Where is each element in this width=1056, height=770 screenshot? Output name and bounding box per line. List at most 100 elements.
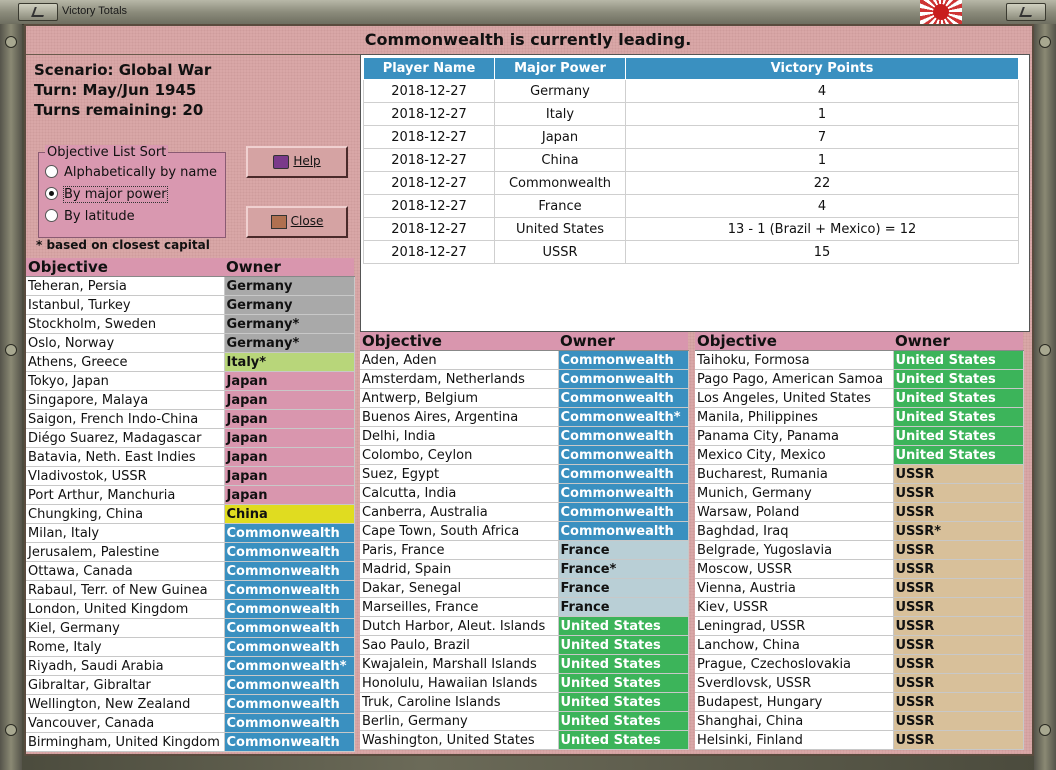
col-owner: Owner (893, 332, 1023, 351)
objective-row[interactable]: Manila, Philippines United States (695, 407, 1024, 427)
objective-row[interactable]: Bucharest, Rumania USSR (695, 464, 1024, 484)
objective-row[interactable]: Moscow, USSR USSR (695, 559, 1024, 579)
objective-row[interactable]: Kiel, Germany Commonwealth (26, 618, 355, 638)
objective-row[interactable]: Oslo, Norway Germany* (26, 333, 355, 353)
objective-row[interactable]: Helsinki, Finland USSR (695, 730, 1024, 750)
objective-row[interactable]: Dutch Harbor, Aleut. Islands United State… (360, 616, 689, 636)
objective-row[interactable]: Kiev, USSR USSR (695, 597, 1024, 617)
objective-row[interactable]: Teheran, Persia Germany (26, 276, 355, 296)
objective-row[interactable]: Athens, Greece Italy* (26, 352, 355, 372)
objective-name: Washington, United States (360, 730, 559, 750)
objective-row[interactable]: Buenos Aires, Argentina Commonwealth* (360, 407, 689, 427)
objective-row[interactable]: Leningrad, USSR USSR (695, 616, 1024, 636)
objective-row[interactable]: Vladivostok, USSR Japan (26, 466, 355, 486)
objective-row[interactable]: Suez, Egypt Commonwealth (360, 464, 689, 484)
col-victory-points[interactable]: Victory Points (625, 57, 1019, 80)
objective-row[interactable]: Batavia, Neth. East Indies Japan (26, 447, 355, 467)
objective-owner: Commonwealth (558, 388, 689, 408)
title-bar[interactable]: Victory Totals (0, 0, 1056, 25)
objective-row[interactable]: Singapore, Malaya Japan (26, 390, 355, 410)
sort-major-power-radio[interactable]: By major power (45, 186, 168, 207)
objective-row[interactable]: Delhi, India Commonwealth (360, 426, 689, 446)
objective-row[interactable]: Pago Pago, American Samoa United States (695, 369, 1024, 389)
objective-row[interactable]: Chungking, China China (26, 504, 355, 524)
objective-row[interactable]: Antwerp, Belgium Commonwealth (360, 388, 689, 408)
objective-row[interactable]: Aden, Aden Commonwealth (360, 350, 689, 370)
objective-row[interactable]: Vienna, Austria USSR (695, 578, 1024, 598)
objective-row[interactable]: Amsterdam, Netherlands Commonwealth (360, 369, 689, 389)
objective-row[interactable]: Munich, Germany USSR (695, 483, 1024, 503)
objective-row[interactable]: Rome, Italy Commonwealth (26, 637, 355, 657)
objective-owner: USSR (893, 597, 1024, 617)
objective-row[interactable]: Marseilles, France France (360, 597, 689, 617)
objective-row[interactable]: Birmingham, United Kingdom Commonwealth (26, 732, 355, 752)
close-button[interactable]: Close (246, 206, 348, 238)
vp-row[interactable]: 2018-12-27 Commonwealth 22 (363, 171, 1019, 195)
objective-row[interactable]: Dakar, Senegal France (360, 578, 689, 598)
window-title: Victory Totals (62, 5, 128, 17)
objective-row[interactable]: Istanbul, Turkey Germany (26, 295, 355, 315)
objective-row[interactable]: Truk, Caroline Islands United States (360, 692, 689, 712)
objective-owner: Commonwealth (224, 542, 355, 562)
vp-row[interactable]: 2018-12-27 Germany 4 (363, 79, 1019, 103)
vp-row[interactable]: 2018-12-27 China 1 (363, 148, 1019, 172)
objective-row[interactable]: Canberra, Australia Commonwealth (360, 502, 689, 522)
minimize-button[interactable] (18, 3, 58, 21)
objective-row[interactable]: Gibraltar, Gibraltar Commonwealth (26, 675, 355, 695)
objective-row[interactable]: Jerusalem, Palestine Commonwealth (26, 542, 355, 562)
objective-row[interactable]: Lanchow, China USSR (695, 635, 1024, 655)
objective-row[interactable]: Panama City, Panama United States (695, 426, 1024, 446)
vp-row[interactable]: 2018-12-27 United States 13 - 1 (Brazil + … (363, 217, 1019, 241)
objective-row[interactable]: Madrid, Spain France* (360, 559, 689, 579)
objective-name: Sao Paulo, Brazil (360, 635, 559, 655)
objective-row[interactable]: Calcutta, India Commonwealth (360, 483, 689, 503)
objective-row[interactable]: Saigon, French Indo-China Japan (26, 409, 355, 429)
objective-row[interactable]: Sao Paulo, Brazil United States (360, 635, 689, 655)
objective-row[interactable]: Prague, Czechoslovakia USSR (695, 654, 1024, 674)
objective-row[interactable]: Rabaul, Terr. of New Guinea Commonwealth (26, 580, 355, 600)
sort-alphabetical-radio[interactable]: Alphabetically by name (45, 165, 217, 185)
objective-row[interactable]: Wellington, New Zealand Commonwealth (26, 694, 355, 714)
objective-row[interactable]: Milan, Italy Commonwealth (26, 523, 355, 543)
objective-row[interactable]: Shanghai, China USSR (695, 711, 1024, 731)
objective-row[interactable]: Diégo Suarez, Madagascar Japan (26, 428, 355, 448)
window-close-button[interactable] (1006, 3, 1046, 21)
vp-power-cell: China (494, 148, 626, 172)
objective-row[interactable]: London, United Kingdom Commonwealth (26, 599, 355, 619)
vp-points-cell: 4 (625, 79, 1019, 103)
vp-row[interactable]: 2018-12-27 Italy 1 (363, 102, 1019, 126)
objective-name: Belgrade, Yugoslavia (695, 540, 894, 560)
col-major-power[interactable]: Major Power (494, 57, 626, 80)
vp-row[interactable]: 2018-12-27 Japan 7 (363, 125, 1019, 149)
objective-row[interactable]: Honolulu, Hawaiian Islands United States (360, 673, 689, 693)
objective-row[interactable]: Washington, United States United States (360, 730, 689, 750)
vp-row[interactable]: 2018-12-27 France 4 (363, 194, 1019, 218)
objective-owner: USSR (893, 730, 1024, 750)
objective-row[interactable]: Taihoku, Formosa United States (695, 350, 1024, 370)
vp-player-cell: 2018-12-27 (363, 148, 495, 172)
objective-row[interactable]: Berlin, Germany United States (360, 711, 689, 731)
objective-name: Budapest, Hungary (695, 692, 894, 712)
objective-row[interactable]: Warsaw, Poland USSR (695, 502, 1024, 522)
objective-name: Batavia, Neth. East Indies (26, 447, 225, 467)
objective-row[interactable]: Los Angeles, United States United States (695, 388, 1024, 408)
objective-row[interactable]: Port Arthur, Manchuria Japan (26, 485, 355, 505)
vp-row[interactable]: 2018-12-27 USSR 15 (363, 240, 1019, 264)
objective-row[interactable]: Cape Town, South Africa Commonwealth (360, 521, 689, 541)
objective-row[interactable]: Riyadh, Saudi Arabia Commonwealth* (26, 656, 355, 676)
sort-latitude-radio[interactable]: By latitude (45, 209, 135, 229)
objective-row[interactable]: Mexico City, Mexico United States (695, 445, 1024, 465)
help-button[interactable]: Help (246, 146, 348, 178)
col-player-name[interactable]: Player Name (363, 57, 495, 80)
objective-row[interactable]: Ottawa, Canada Commonwealth (26, 561, 355, 581)
objective-row[interactable]: Kwajalein, Marshall Islands United States (360, 654, 689, 674)
objective-row[interactable]: Tokyo, Japan Japan (26, 371, 355, 391)
objective-row[interactable]: Vancouver, Canada Commonwealth (26, 713, 355, 733)
objective-row[interactable]: Colombo, Ceylon Commonwealth (360, 445, 689, 465)
objective-row[interactable]: Stockholm, Sweden Germany* (26, 314, 355, 334)
objective-row[interactable]: Paris, France France (360, 540, 689, 560)
objective-row[interactable]: Budapest, Hungary USSR (695, 692, 1024, 712)
objective-row[interactable]: Baghdad, Iraq USSR* (695, 521, 1024, 541)
objective-row[interactable]: Belgrade, Yugoslavia USSR (695, 540, 1024, 560)
objective-row[interactable]: Sverdlovsk, USSR USSR (695, 673, 1024, 693)
